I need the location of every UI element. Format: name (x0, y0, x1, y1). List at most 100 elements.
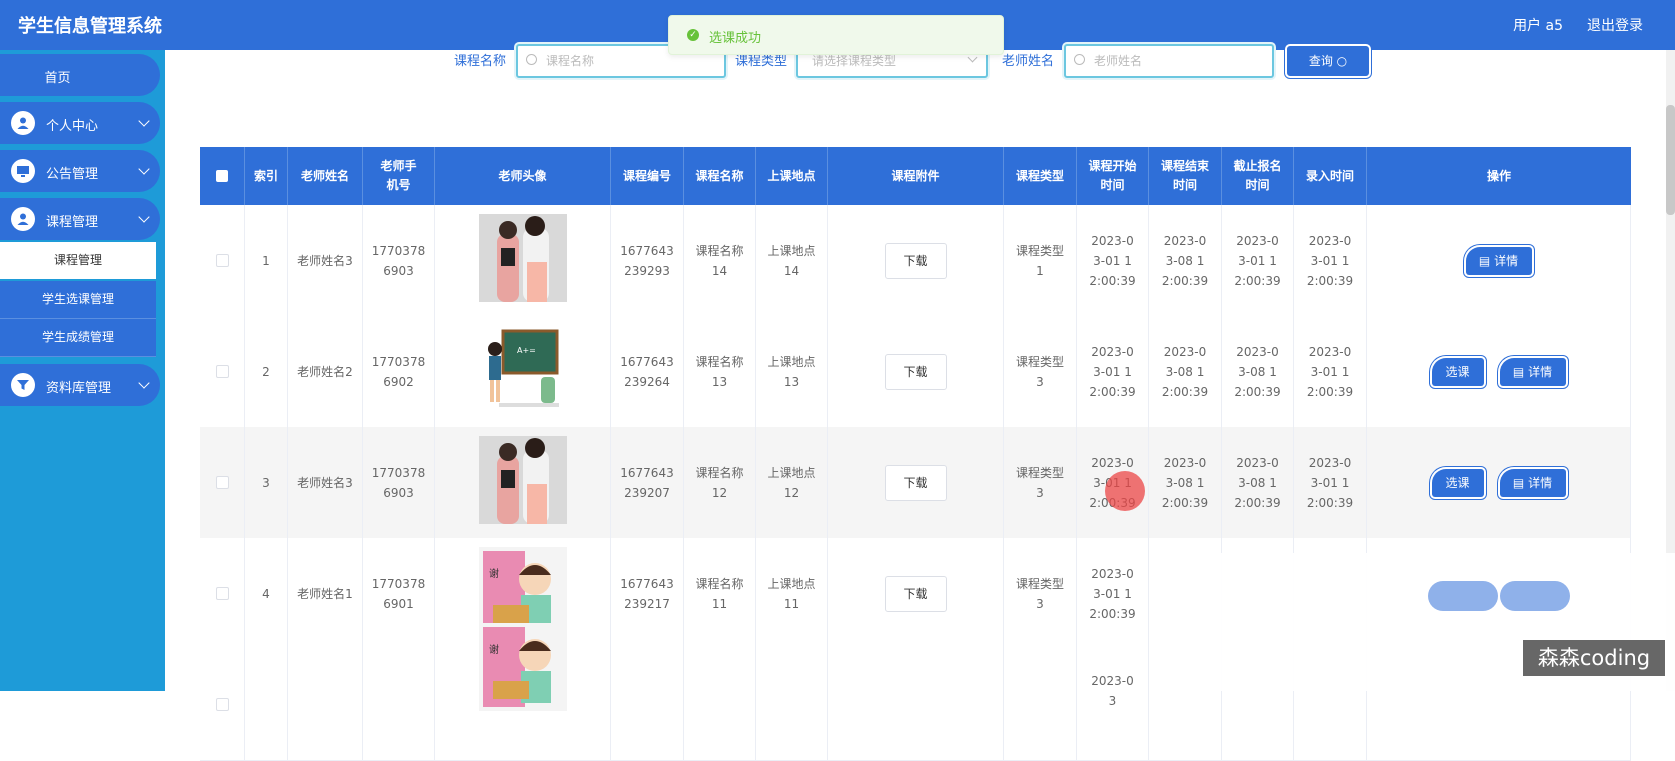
teacher-name-placeholder: 老师姓名 (1094, 54, 1143, 68)
actions-cell: ▤ 详情 (1367, 205, 1631, 316)
cell-end: 2023-03-08 12:00:39 (1149, 205, 1222, 316)
course-name-text: 课程名称11 (695, 576, 744, 611)
course-name-placeholder: 课程名称 (546, 54, 595, 68)
cell-location: 上课地点11 (756, 538, 828, 649)
row-checkbox[interactable] (215, 365, 229, 378)
logout-button[interactable]: 退出登录 (1587, 15, 1643, 35)
index-text: 1 (262, 253, 270, 268)
cell-type (1004, 649, 1077, 760)
actions-cell: 选课 ▤ 详情 (1367, 427, 1631, 538)
cell-course-name: 课程名称13 (684, 316, 756, 427)
table-header: 索引 老师姓名 老师手机号 老师头像 课程编号 课程名称 上课地点 课程附件 课… (200, 147, 1631, 205)
cell-phone: 17703786902 (363, 316, 435, 427)
search-icon (1074, 54, 1085, 65)
document-icon: ▤ (1512, 475, 1529, 490)
location-text: 上课地点13 (767, 354, 816, 389)
phone-text: 17703786903 (371, 465, 426, 500)
download-button[interactable]: 下载 (884, 353, 947, 390)
cell-location: 上课地点14 (756, 205, 828, 316)
sidebar-item-library[interactable]: 资料库管理 (0, 364, 160, 406)
sidebar-subitem-grades[interactable]: 学生成绩管理 (0, 319, 156, 357)
document-icon: ▤ (1478, 253, 1495, 268)
row-checkbox[interactable] (215, 476, 229, 489)
cell-index: 2 (245, 316, 288, 427)
toast-message: 选课成功 (709, 31, 762, 46)
chevron-down-icon (138, 115, 150, 127)
phone-text: 17703786903 (371, 243, 426, 278)
column-header-text: 老师手机号 (380, 159, 417, 192)
search-icon (526, 54, 537, 65)
svg-text:谢: 谢 (489, 643, 499, 656)
cell-created: 2023-03-01 12:00:39 (1294, 316, 1367, 427)
type-text: 课程类型3 (1015, 576, 1064, 611)
detail-button-label: 详情 (1494, 253, 1519, 268)
index-text: 3 (262, 475, 270, 490)
sidebar-subitem-course-management[interactable]: 课程管理 (0, 242, 156, 279)
column-header-text: 课程开始时间 (1088, 159, 1137, 192)
column-header: 课程结束时间 (1149, 147, 1222, 205)
sidebar-item-label: 公告管理 (46, 167, 99, 182)
column-header: 老师手机号 (363, 147, 435, 205)
column-header: 课程开始时间 (1077, 147, 1149, 205)
row-checkbox-cell (200, 538, 245, 649)
user-icon (11, 207, 35, 231)
detail-button[interactable]: ▤ 详情 (1465, 246, 1532, 275)
teacher-avatar-cell (435, 205, 611, 316)
cell-deadline: 2023-03-08 12:00:39 (1222, 316, 1294, 427)
cell-location (756, 649, 828, 760)
teacher-avatar (478, 435, 567, 530)
select-course-button[interactable]: 选课 (1431, 468, 1484, 497)
index-text: 4 (262, 586, 270, 601)
course-name-label: 课程名称 (454, 54, 507, 69)
sidebar-item-personal-center[interactable]: 个人中心 (0, 102, 160, 144)
check-circle-icon: ✓ (687, 29, 699, 41)
select-all-checkbox[interactable] (200, 147, 245, 205)
start-text: 2023-03-01 12:00:39 (1089, 566, 1136, 621)
table-row: 2 老师姓名2 17703786902 A+= 1677643239264 课程名称13 上… (200, 316, 1631, 428)
download-button[interactable]: 下载 (884, 575, 947, 612)
column-header: 索引 (245, 147, 288, 205)
type-text: 课程类型3 (1015, 465, 1064, 500)
sidebar-subitem-course-selection[interactable]: 学生选课管理 (0, 281, 156, 319)
teacher-avatar-cell (435, 427, 611, 538)
phone-text: 17703786901 (371, 576, 426, 611)
select-course-button[interactable]: 选课 (1431, 357, 1484, 386)
location-text: 上课地点14 (767, 243, 816, 278)
teacher-avatar-cell: 谢 (435, 622, 611, 760)
start-text: 2023-03-01 12:00:39 (1089, 233, 1136, 288)
cell-course-no: 1677643239293 (611, 205, 684, 316)
success-toast: ✓ 选课成功 (668, 15, 1004, 55)
chevron-down-icon (138, 377, 150, 389)
cell-index: 3 (245, 427, 288, 538)
column-header: 操作 (1486, 168, 1511, 183)
row-checkbox[interactable] (215, 698, 229, 711)
download-button[interactable]: 下载 (884, 464, 947, 501)
cell-type: 课程类型3 (1004, 427, 1077, 538)
detail-button[interactable]: ▤ 详情 (1499, 357, 1566, 386)
course-name-text: 课程名称14 (695, 243, 744, 278)
created-text: 2023-03-01 12:00:39 (1306, 233, 1354, 288)
column-header: 上课地点 (756, 147, 828, 205)
cell-start: 2023-03 (1077, 649, 1149, 760)
column-header: 课程编号 (611, 147, 684, 205)
teacher-name-label: 老师姓名 (1002, 54, 1055, 69)
sidebar-item-course-management[interactable]: 课程管理 (0, 198, 160, 240)
row-checkbox[interactable] (215, 254, 229, 267)
row-checkbox-cell (200, 427, 245, 538)
location-text: 上课地点11 (767, 576, 816, 611)
type-text: 课程类型1 (1015, 243, 1064, 278)
teacher-avatar (478, 213, 567, 308)
cell-location: 上课地点12 (756, 427, 828, 538)
download-button[interactable]: 下载 (884, 242, 947, 279)
query-button[interactable]: 查询 ○ (1287, 46, 1369, 76)
cell-teacher: 老师姓名3 (288, 205, 363, 316)
cell-course-no: 1677643239207 (611, 427, 684, 538)
sidebar-item-home[interactable]: 首页 (0, 54, 160, 96)
cell-course-no: 1677643239264 (611, 316, 684, 427)
search-icon: ○ (1336, 54, 1348, 68)
teacher-name-input[interactable]: 老师姓名 (1064, 44, 1274, 78)
column-header-text: 课程结束时间 (1160, 159, 1209, 192)
detail-button[interactable]: ▤ 详情 (1499, 468, 1566, 497)
sidebar-item-announcements[interactable]: 公告管理 (0, 150, 160, 192)
row-checkbox[interactable] (215, 587, 229, 600)
